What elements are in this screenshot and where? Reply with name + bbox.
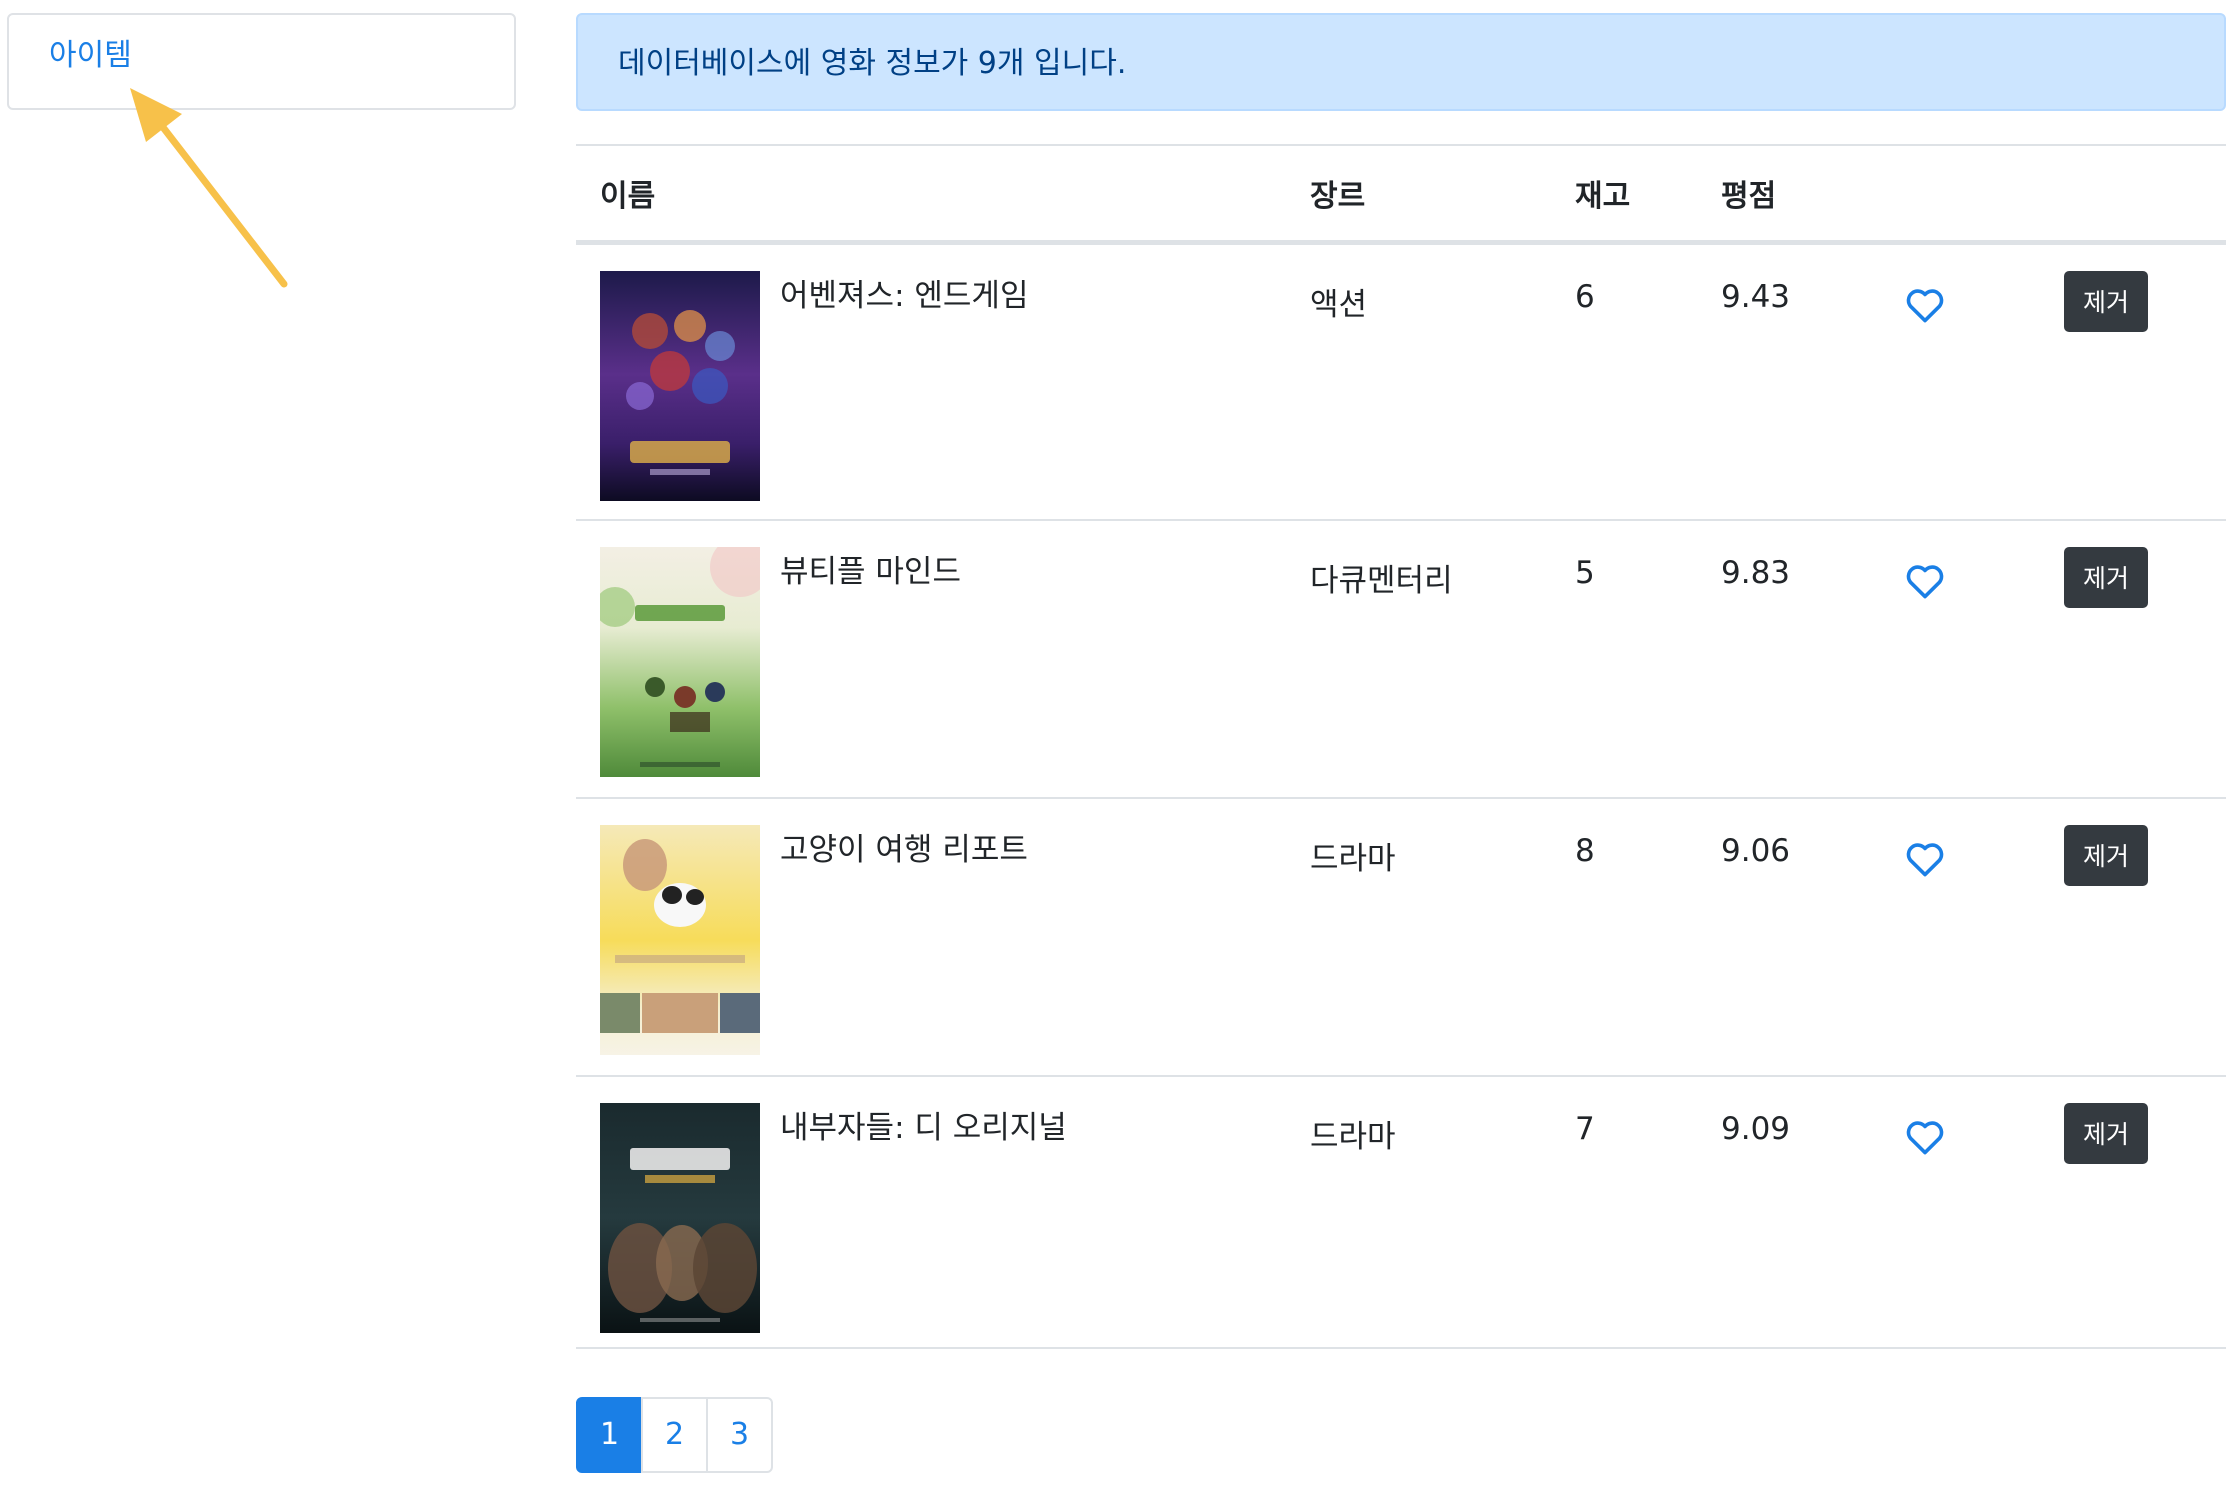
table-row: 뷰티플 마인드 다큐멘터리 5 9.83 제거 xyxy=(576,520,2226,799)
movies-table: 이름 장르 재고 평점 어벤져스: 엔드게임 액션 6 9.43 제거 뷰티플 … xyxy=(576,144,2226,1349)
sidebar-menu: 아이템 xyxy=(7,13,516,110)
column-header-stock[interactable]: 재고 xyxy=(1551,144,1697,245)
column-header-name[interactable]: 이름 xyxy=(576,144,1286,245)
movie-stock: 8 xyxy=(1551,798,1697,1077)
movie-count-alert: 데이터베이스에 영화 정보가 9개 입니다. xyxy=(576,13,2226,111)
delete-button[interactable]: 제거 xyxy=(2064,547,2148,608)
movie-title: 내부자들: 디 오리지널 xyxy=(780,1110,1067,1146)
sidebar-item-items[interactable]: 아이템 xyxy=(49,41,132,71)
movie-genre: 액션 xyxy=(1286,242,1551,521)
heart-icon[interactable] xyxy=(1905,287,1945,323)
delete-button[interactable]: 제거 xyxy=(2064,825,2148,886)
delete-button[interactable]: 제거 xyxy=(2064,1103,2148,1164)
movie-stock: 6 xyxy=(1551,242,1697,521)
movie-rating: 9.09 xyxy=(1697,1076,1881,1349)
movie-stock: 5 xyxy=(1551,520,1697,799)
page-button-1[interactable]: 1 xyxy=(576,1397,643,1473)
table-row: 내부자들: 디 오리지널 드라마 7 9.09 제거 xyxy=(576,1076,2226,1349)
column-header-genre[interactable]: 장르 xyxy=(1286,144,1551,245)
column-header-rating[interactable]: 평점 xyxy=(1697,144,1881,245)
heart-icon[interactable] xyxy=(1905,841,1945,877)
table-header-row: 이름 장르 재고 평점 xyxy=(576,144,2226,245)
movie-stock: 7 xyxy=(1551,1076,1697,1349)
heart-icon[interactable] xyxy=(1905,563,1945,599)
delete-button[interactable]: 제거 xyxy=(2064,270,2148,332)
heart-icon[interactable] xyxy=(1905,1119,1945,1155)
pagination: 1 2 3 xyxy=(576,1397,773,1473)
table-row: 어벤져스: 엔드게임 액션 6 9.43 제거 xyxy=(576,242,2226,521)
movie-genre: 드라마 xyxy=(1286,1076,1551,1349)
movie-poster-image xyxy=(600,825,760,1055)
table-row: 고양이 여행 리포트 드라마 8 9.06 제거 xyxy=(576,798,2226,1077)
movie-rating: 9.83 xyxy=(1697,520,1881,799)
movie-rating: 9.43 xyxy=(1697,242,1881,521)
movie-genre: 다큐멘터리 xyxy=(1286,520,1551,799)
movie-poster-image xyxy=(600,547,760,777)
page-button-2[interactable]: 2 xyxy=(641,1397,708,1473)
movie-title: 고양이 여행 리포트 xyxy=(780,832,1028,868)
movie-poster-image xyxy=(600,1103,760,1333)
movie-poster-image xyxy=(600,270,760,501)
movie-title: 뷰티플 마인드 xyxy=(780,554,961,590)
column-header-like xyxy=(1881,144,2040,245)
movie-genre: 드라마 xyxy=(1286,798,1551,1077)
column-header-actions xyxy=(2040,144,2226,245)
movie-rating: 9.06 xyxy=(1697,798,1881,1077)
page-button-3[interactable]: 3 xyxy=(706,1397,773,1473)
movie-title: 어벤져스: 엔드게임 xyxy=(780,277,1029,314)
movies-table-container: 이름 장르 재고 평점 어벤져스: 엔드게임 액션 6 9.43 제거 뷰티플 … xyxy=(576,144,2226,1349)
